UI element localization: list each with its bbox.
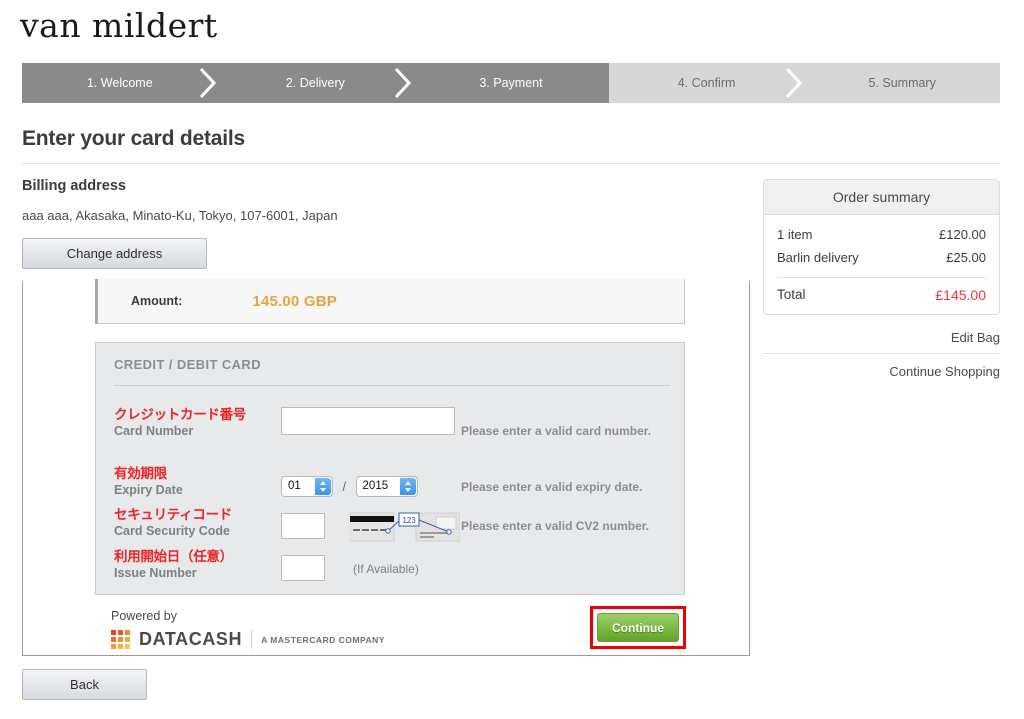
step-payment[interactable]: 3. Payment [413, 63, 629, 103]
continue-button[interactable]: Continue [597, 613, 679, 642]
logo-divider [251, 630, 253, 649]
card-number-hint: Please enter a valid card number. [461, 424, 652, 438]
card-panel-title: CREDIT / DEBIT CARD [114, 357, 261, 372]
card-number-label-en: Card Number [114, 424, 194, 438]
back-button[interactable]: Back [22, 669, 147, 700]
chevron-right-icon [197, 63, 219, 103]
credit-debit-card-panel: CREDIT / DEBIT CARD クレジットカード番号 Card Numb… [95, 342, 685, 595]
checkout-steps: 1. Welcome 2. Delivery 3. Payment 4. Con… [22, 63, 1000, 103]
security-code-input[interactable] [281, 513, 325, 539]
order-row-label: 1 item [777, 227, 813, 242]
stepper-icon[interactable] [315, 478, 331, 495]
order-row-value: £120.00 [939, 227, 986, 242]
order-total-label: Total [777, 287, 806, 302]
card-number-label-jp: クレジットカード番号 [114, 407, 246, 422]
expiry-separator: / [342, 479, 347, 494]
billing-address-heading: Billing address [22, 178, 126, 194]
order-summary-heading: Order summary [764, 180, 999, 215]
svg-text:123: 123 [402, 516, 416, 525]
step-delivery[interactable]: 2. Delivery [217, 63, 414, 103]
datacash-grid-icon [111, 630, 130, 649]
change-address-button[interactable]: Change address [22, 238, 207, 269]
cv2-location-diagram-icon: 123 [349, 511, 461, 548]
expiry-hint: Please enter a valid expiry date. [461, 480, 643, 494]
amount-value: 145.00 GBP [252, 292, 337, 310]
issue-number-input[interactable] [281, 555, 325, 581]
expiry-year-value: 2015 [362, 480, 389, 492]
expiry-month-select[interactable]: 01 [281, 476, 333, 497]
step-label: 3. Payment [479, 76, 543, 90]
continue-shopping-link[interactable]: Continue Shopping [763, 362, 1000, 387]
card-panel-divider [114, 385, 670, 386]
step-summary[interactable]: 5. Summary [804, 63, 1000, 103]
expiry-year-select[interactable]: 2015 [355, 476, 418, 497]
step-label: 4. Confirm [677, 76, 736, 90]
datacash-tagline: A MASTERCARD COMPANY [261, 634, 385, 645]
step-label: 1. Welcome [86, 76, 153, 90]
card-number-input[interactable] [281, 407, 455, 435]
order-summary-panel: Order summary 1 item £120.00 Barlin deli… [763, 179, 1000, 315]
expiry-label-jp: 有効期限 [114, 466, 167, 481]
issue-number-hint: (If Available) [353, 562, 419, 576]
order-summary-row: 1 item £120.00 [777, 223, 986, 246]
issue-number-label-jp: 利用開始日（任意） [114, 549, 233, 564]
security-code-label-jp: セキュリティコード [114, 507, 232, 522]
stepper-icon[interactable] [399, 478, 416, 495]
step-confirm[interactable]: 4. Confirm [608, 63, 805, 103]
order-total-value: £145.00 [935, 287, 986, 303]
site-header: van mildert [0, 0, 1024, 55]
issue-number-label-en: Issue Number [114, 566, 197, 580]
expiry-month-value: 01 [288, 480, 301, 492]
amount-box: Amount: 145.00 GBP [95, 279, 685, 324]
expiry-label-en: Expiry Date [114, 483, 183, 497]
order-summary-row: Barlin delivery £25.00 [777, 246, 986, 269]
datacash-logo: DATACASH A MASTERCARD COMPANY [111, 629, 385, 650]
payment-iframe: Amount: 145.00 GBP CREDIT / DEBIT CARD ク… [22, 279, 750, 656]
step-welcome[interactable]: 1. Welcome [22, 63, 218, 103]
step-label: 2. Delivery [285, 76, 345, 90]
order-summary-total: Total £145.00 [777, 277, 986, 314]
edit-bag-link[interactable]: Edit Bag [763, 328, 1000, 353]
powered-by-label: Powered by [111, 609, 178, 623]
order-row-label: Barlin delivery [777, 250, 859, 265]
title-divider [22, 163, 1000, 164]
security-code-hint: Please enter a valid CV2 number. [461, 519, 650, 533]
checkout-page: van mildert 1. Welcome 2. Delivery 3. Pa… [0, 0, 1024, 719]
order-row-value: £25.00 [946, 250, 986, 265]
brand-logo[interactable]: van mildert [20, 5, 218, 47]
amount-label: Amount: [131, 294, 183, 308]
chevron-right-icon [783, 63, 805, 103]
datacash-wordmark: DATACASH [139, 629, 243, 649]
continue-button-highlight: Continue [590, 606, 686, 649]
chevron-right-icon [392, 63, 414, 103]
billing-address-value: aaa aaa, Akasaka, Minato-Ku, Tokyo, 107-… [22, 208, 338, 223]
links-divider [763, 353, 1000, 354]
step-label: 5. Summary [868, 76, 936, 90]
page-title: Enter your card details [22, 127, 245, 150]
order-summary-links: Edit Bag Continue Shopping [763, 328, 1000, 387]
security-code-label-en: Card Security Code [114, 524, 231, 538]
order-summary-rows: 1 item £120.00 Barlin delivery £25.00 [764, 215, 999, 275]
